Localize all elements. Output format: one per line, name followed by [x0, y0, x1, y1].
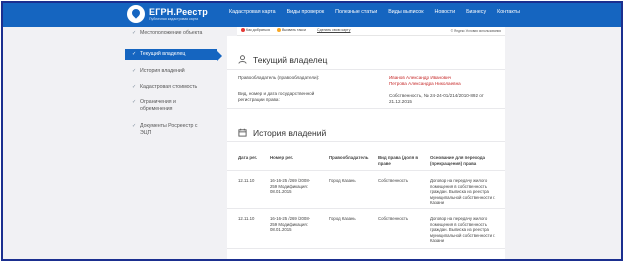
sidebar-item-label: Документы Росреестр с ЭЦП	[140, 123, 198, 136]
current-owner-title: Текущий владелец	[253, 55, 328, 65]
nav-check-types[interactable]: Виды проверок	[287, 9, 325, 15]
col-header-right: Вид права (доля в праве	[378, 155, 419, 166]
registration-value: Собственность, № 24-24-01/214/2010-892 о…	[389, 93, 484, 104]
main-content: Текущий владелец Правообладатель (правоо…	[227, 36, 505, 259]
col-header-basis: Основание для перехода (прекращения) пра…	[430, 155, 485, 166]
owner-value-2: Петрова Александра Николаевна	[389, 81, 461, 86]
divider	[227, 141, 505, 142]
sidebar: ✓ Местоположение объекта ✓ Текущий владе…	[125, 27, 222, 259]
nav-cadastral-map[interactable]: Кадастровая карта	[229, 9, 276, 15]
row-number-3: 08.01.2015	[270, 189, 292, 194]
col-header-number: Номер рег.	[270, 155, 294, 160]
main-nav: Кадастровая карта Виды проверок Полезные…	[229, 9, 531, 15]
nav-extract-types[interactable]: Виды выписок	[388, 9, 423, 15]
route-button[interactable]: Как добраться	[241, 28, 270, 34]
check-icon: ✓	[132, 68, 137, 74]
sidebar-item-cadastral-value[interactable]: ✓ Кадастровая стоимость	[125, 84, 217, 91]
check-icon: ✓	[132, 51, 137, 57]
make-map-link[interactable]: Сделать свою карту	[317, 28, 351, 34]
row-basis-5: Казани	[430, 200, 444, 205]
nav-business[interactable]: Бизнесу	[466, 9, 486, 15]
map-toolbar: Как добраться Вызвать такси Сделать свою…	[237, 27, 505, 36]
col-header-date: Дата рег.	[238, 155, 258, 160]
nav-contacts[interactable]: Контакты	[497, 9, 520, 15]
map-copyright[interactable]: © Яндекс Условия использования	[451, 29, 501, 33]
sidebar-item-label: Местоположение объекта	[140, 30, 203, 36]
sidebar-item-history[interactable]: ✓ История владений	[125, 68, 217, 75]
top-navbar: ЕГРН.Реестр Публичная кадастровая карта …	[3, 3, 621, 27]
brand-subtitle: Публичная кадастровая карта	[149, 17, 199, 21]
row-date: 12.11.10	[238, 178, 255, 183]
check-icon: ✓	[132, 99, 137, 105]
row-basis-5: Казани	[430, 238, 444, 243]
taxi-icon	[277, 28, 281, 33]
brand-name[interactable]: ЕГРН.Реестр	[149, 7, 208, 17]
check-icon: ✓	[132, 123, 137, 129]
sidebar-item-restrictions[interactable]: ✓ Ограничения и обременения	[125, 99, 187, 113]
nav-news[interactable]: Новости	[435, 9, 456, 15]
sidebar-item-label: Кадастровая стоимость	[140, 84, 198, 90]
calendar-icon	[238, 128, 247, 137]
divider	[227, 170, 505, 171]
sidebar-item-location[interactable]: ✓ Местоположение объекта	[125, 30, 217, 37]
sidebar-item-documents[interactable]: ✓ Документы Росреестр с ЭЦП	[125, 123, 207, 137]
sidebar-item-label: История владений	[140, 68, 185, 74]
row-right: Собственность	[378, 216, 409, 221]
route-icon	[241, 28, 245, 33]
row-right: Собственность	[378, 178, 409, 183]
divider	[227, 208, 505, 209]
row-owner: Город Казань	[329, 178, 356, 183]
owner-label: Правообладатель (правообладатели):	[238, 75, 320, 80]
registration-label-2: регистрации права:	[238, 97, 280, 102]
user-icon	[238, 55, 247, 64]
row-number-3: 08.01.2015	[270, 227, 292, 232]
check-icon: ✓	[132, 84, 137, 90]
divider	[227, 108, 505, 109]
screenshot-frame: ЕГРН.Реестр Публичная кадастровая карта …	[1, 1, 623, 261]
history-title: История владений	[253, 128, 327, 138]
sidebar-item-label: Ограничения и обременения	[140, 99, 176, 112]
divider	[227, 69, 505, 70]
divider	[227, 248, 505, 249]
taxi-button[interactable]: Вызвать такси	[277, 28, 306, 34]
row-date: 12.11.10	[238, 216, 255, 221]
nav-articles[interactable]: Полезные статьи	[335, 9, 377, 15]
sidebar-item-label: Текущий владелец	[140, 51, 186, 57]
sidebar-item-current-owner[interactable]: ✓ Текущий владелец	[125, 49, 222, 61]
row-owner: Город Казань	[329, 216, 356, 221]
check-icon: ✓	[132, 30, 137, 36]
logo-icon[interactable]	[127, 5, 145, 23]
col-header-owner: Правообладатель	[329, 155, 369, 160]
